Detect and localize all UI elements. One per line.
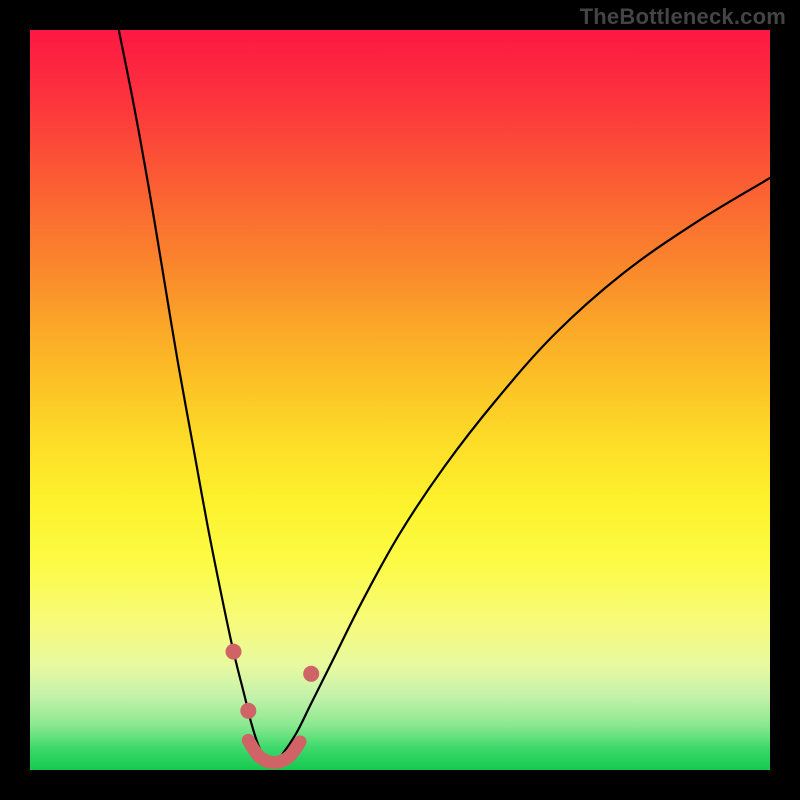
watermark-text: TheBottleneck.com	[580, 4, 786, 30]
gradient-background	[30, 30, 770, 770]
chart-frame: TheBottleneck.com	[0, 0, 800, 800]
